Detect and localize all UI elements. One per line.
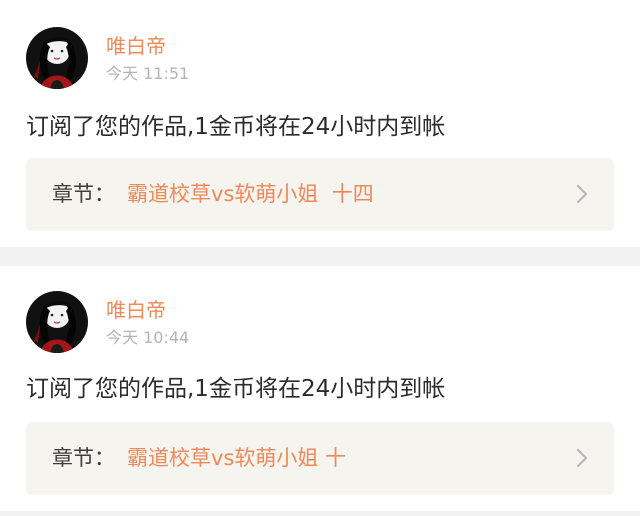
timestamp: 今天 10:44 bbox=[106, 328, 190, 347]
notification-card: 唯白帝 今天 11:51 订阅了您的作品,1金币将在24小时内到帐 章节： 霸道… bbox=[0, 0, 640, 247]
username[interactable]: 唯白帝 bbox=[106, 298, 166, 322]
avatar-image bbox=[26, 291, 88, 353]
message-text: 订阅了您的作品,1金币将在24小时内到帐 bbox=[26, 114, 446, 140]
notification-card: 唯白帝 今天 10:44 订阅了您的作品,1金币将在24小时内到帐 章节： 霸道… bbox=[0, 266, 640, 511]
chapter-prefix: 章节： bbox=[52, 182, 115, 206]
timestamp: 今天 11:51 bbox=[106, 64, 190, 83]
chapter-title: 霸道校草vs软萌小姐 十 bbox=[127, 446, 347, 470]
notification-feed: 唯白帝 今天 11:51 订阅了您的作品,1金币将在24小时内到帐 章节： 霸道… bbox=[0, 0, 640, 516]
chapter-title: 霸道校草vs软萌小姐 十四 bbox=[127, 182, 374, 206]
message-text: 订阅了您的作品,1金币将在24小时内到帐 bbox=[26, 376, 446, 402]
avatar-image bbox=[26, 27, 88, 89]
chapter-link[interactable]: 章节： 霸道校草vs软萌小姐 十 bbox=[26, 422, 614, 495]
chevron-right-icon bbox=[576, 448, 588, 468]
chevron-right-icon bbox=[576, 184, 588, 204]
avatar[interactable] bbox=[26, 291, 88, 353]
username[interactable]: 唯白帝 bbox=[106, 34, 166, 58]
avatar[interactable] bbox=[26, 27, 88, 89]
chapter-link[interactable]: 章节： 霸道校草vs软萌小姐 十四 bbox=[26, 158, 614, 231]
chapter-prefix: 章节： bbox=[52, 446, 115, 470]
